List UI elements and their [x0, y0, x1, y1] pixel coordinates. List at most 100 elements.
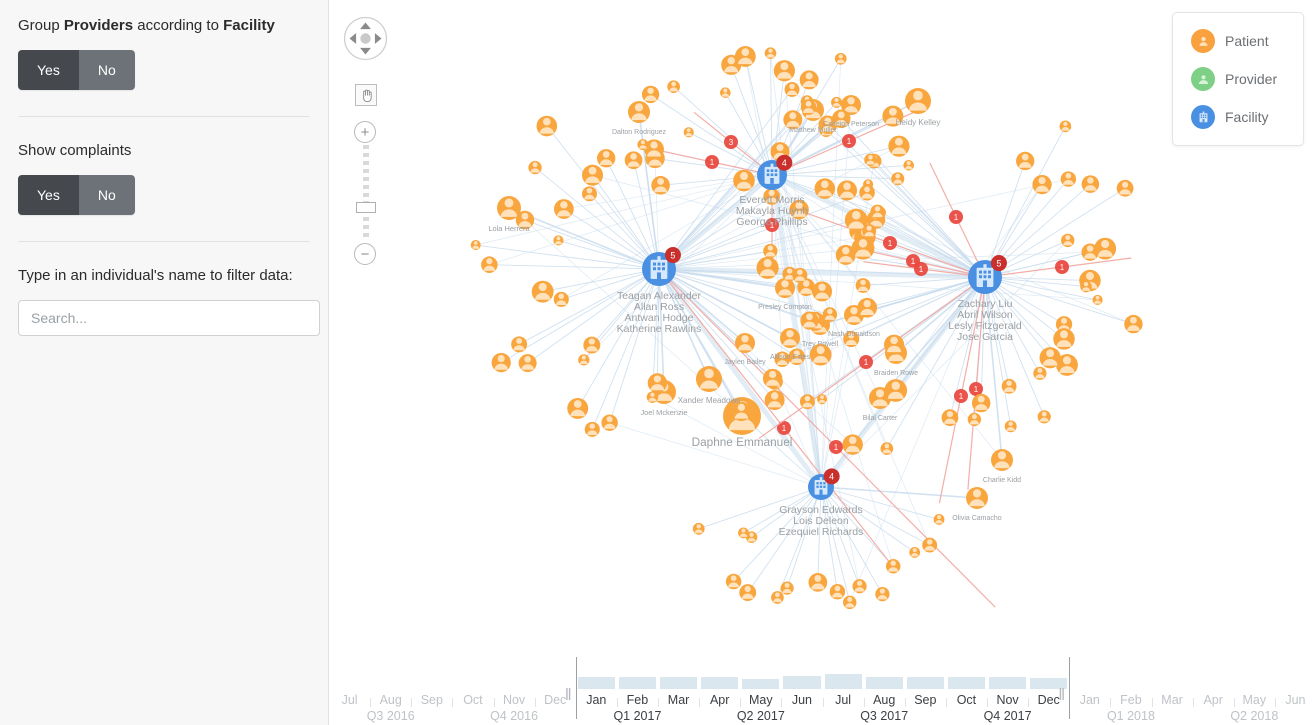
patient-node-anon[interactable]: [891, 172, 905, 186]
patient-node-anon[interactable]: [567, 397, 589, 419]
patient-node-anon[interactable]: [1016, 151, 1035, 171]
patient-node-anon[interactable]: [800, 311, 819, 330]
legend-item-patient[interactable]: Patient: [1191, 29, 1303, 53]
patient-node-anon[interactable]: [784, 82, 800, 97]
zoom-slider-track[interactable]: [356, 145, 376, 241]
patient-node-anon[interactable]: [553, 291, 569, 307]
zoom-out-button[interactable]: −: [354, 243, 376, 265]
patient-node-anon[interactable]: [864, 153, 877, 167]
patient-node-anon[interactable]: [1033, 366, 1047, 380]
show-complaints-toggle[interactable]: Yes No: [18, 175, 135, 215]
patient-node-anon[interactable]: [764, 390, 785, 411]
patient-node-anon[interactable]: [843, 595, 857, 610]
patient-node-anon[interactable]: [1037, 410, 1051, 424]
complaint-badge[interactable]: 1: [954, 389, 968, 403]
navigation-controls[interactable]: + −: [340, 16, 400, 265]
patient-node-anon[interactable]: [720, 87, 731, 98]
patient-node[interactable]: [628, 101, 650, 123]
timeline-handle-start[interactable]: ‖: [565, 685, 572, 705]
timeline-month-label[interactable]: Feb: [617, 693, 658, 707]
patient-node[interactable]: [905, 88, 931, 114]
patient-node-anon[interactable]: [808, 572, 828, 592]
timeline-month-label[interactable]: Jan: [1069, 693, 1110, 707]
patient-node-anon[interactable]: [764, 47, 777, 59]
group-providers-yes-button[interactable]: Yes: [18, 50, 79, 90]
patient-node-anon[interactable]: [799, 70, 819, 90]
timeline-handle-end[interactable]: ‖: [1058, 685, 1065, 705]
patient-node-anon[interactable]: [1059, 120, 1072, 133]
group-providers-toggle[interactable]: Yes No: [18, 50, 135, 90]
patient-node-anon[interactable]: [875, 587, 890, 602]
patient-node-anon[interactable]: [734, 46, 756, 67]
zoom-slider-handle[interactable]: [356, 202, 376, 213]
patient-node-anon[interactable]: [763, 243, 778, 259]
patient-node-anon[interactable]: [1053, 328, 1075, 350]
zoom-in-button[interactable]: +: [354, 121, 376, 143]
patient-node[interactable]: [696, 366, 722, 392]
patient-node[interactable]: [780, 328, 800, 348]
facility-complaint-badge[interactable]: 5: [664, 247, 681, 264]
timeline-month-label[interactable]: Sep: [905, 693, 946, 707]
patient-node-anon[interactable]: [491, 352, 511, 373]
complaint-badge[interactable]: 1: [842, 134, 856, 148]
patient-node-anon[interactable]: [884, 379, 908, 402]
facility-complaint-badge[interactable]: 4: [776, 154, 793, 171]
patient-node-anon[interactable]: [733, 169, 755, 192]
patient-node-anon[interactable]: [834, 52, 847, 65]
patient-node-anon[interactable]: [536, 115, 558, 137]
patient-node-anon[interactable]: [880, 442, 894, 455]
patient-node-anon[interactable]: [799, 394, 815, 410]
patient-node-anon[interactable]: [773, 60, 796, 82]
patient-node-anon[interactable]: [581, 164, 604, 186]
patient-node-anon[interactable]: [553, 235, 564, 246]
patient-node-anon[interactable]: [601, 414, 618, 431]
patient-node-anon[interactable]: [885, 559, 901, 574]
patient-node-anon[interactable]: [1080, 280, 1092, 293]
timeline-month-label[interactable]: Jul: [329, 693, 370, 707]
facility-complaint-badge[interactable]: 5: [990, 255, 1007, 272]
timeline-month-label[interactable]: Nov: [987, 693, 1028, 707]
timeline-month-label[interactable]: Sep: [411, 693, 452, 707]
timeline-brush[interactable]: Jul Aug Sep Oct Nov Dec Jan Feb Mar Apr May Jun Jul A…: [329, 652, 1316, 725]
patient-node-anon[interactable]: [481, 256, 498, 273]
complaint-badge[interactable]: 1: [914, 262, 928, 276]
search-input[interactable]: [18, 300, 320, 336]
patient-node-anon[interactable]: [851, 236, 875, 260]
timeline-month-label[interactable]: Feb: [1110, 693, 1151, 707]
patient-node-anon[interactable]: [637, 139, 649, 151]
patient-node-anon[interactable]: [470, 240, 481, 251]
patient-node-anon[interactable]: [647, 373, 668, 393]
patient-node-anon[interactable]: [1039, 347, 1061, 369]
patient-node-anon[interactable]: [933, 514, 945, 525]
patient-node-anon[interactable]: [1061, 233, 1075, 248]
patient-node-anon[interactable]: [518, 354, 537, 373]
timeline-month-label[interactable]: Apr: [1193, 693, 1234, 707]
patient-node-anon[interactable]: [738, 527, 749, 539]
timeline-month-label[interactable]: Mar: [658, 693, 699, 707]
timeline-month-label[interactable]: Jun: [781, 693, 822, 707]
timeline-month-label[interactable]: Apr: [699, 693, 740, 707]
patient-node-anon[interactable]: [583, 336, 601, 354]
timeline-month-label[interactable]: Jul: [823, 693, 864, 707]
patient-node-anon[interactable]: [646, 391, 659, 403]
timeline-inner[interactable]: Jul Aug Sep Oct Nov Dec Jan Feb Mar Apr May Jun Jul A…: [329, 652, 1316, 725]
patient-node[interactable]: [775, 278, 795, 298]
patient-node-anon[interactable]: [1001, 378, 1017, 394]
patient-node-anon[interactable]: [857, 297, 878, 318]
patient-node-anon[interactable]: [641, 85, 660, 104]
legend-item-facility[interactable]: Facility: [1191, 105, 1303, 129]
complaint-badge[interactable]: 1: [829, 440, 843, 454]
patient-node-anon[interactable]: [667, 80, 680, 94]
timeline-month-label[interactable]: Mar: [1152, 693, 1193, 707]
patient-node[interactable]: [735, 333, 755, 353]
patient-node-anon[interactable]: [780, 581, 794, 595]
patient-node-anon[interactable]: [812, 281, 833, 302]
patient-node-anon[interactable]: [578, 354, 590, 366]
show-complaints-yes-button[interactable]: Yes: [18, 175, 79, 215]
facility-complaint-badge[interactable]: 4: [823, 468, 840, 485]
patient-node-anon[interactable]: [852, 579, 867, 594]
patient-node-anon[interactable]: [1081, 243, 1099, 261]
patient-node-anon[interactable]: [597, 149, 616, 168]
patient-node-anon[interactable]: [941, 409, 959, 427]
complaint-badge[interactable]: 3: [724, 135, 738, 149]
